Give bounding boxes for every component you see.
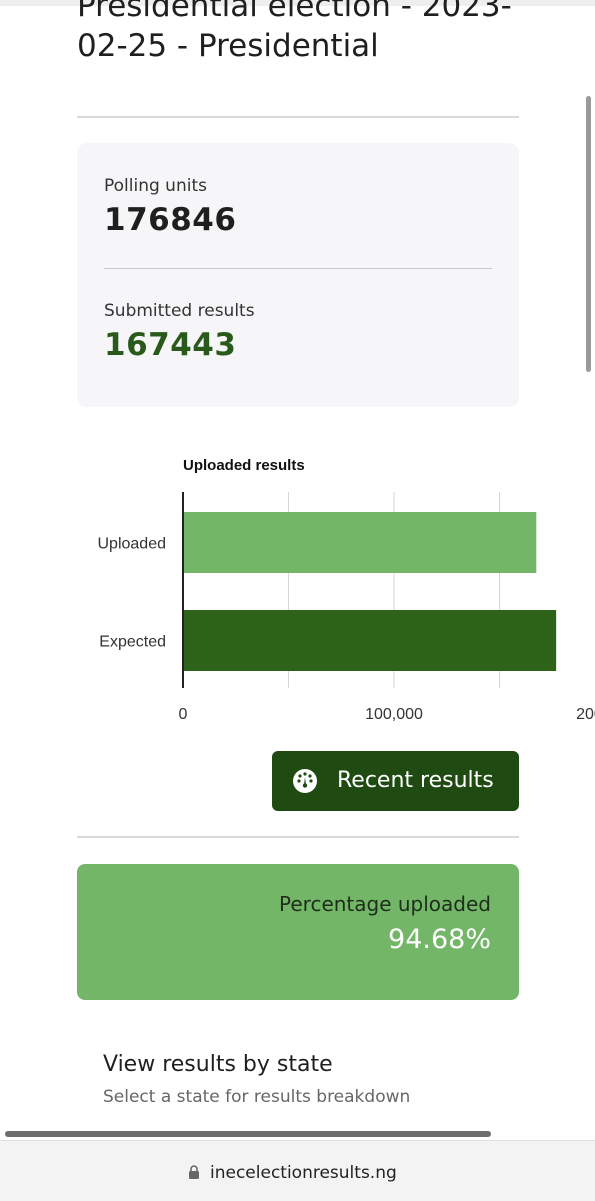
gauge-icon — [293, 769, 317, 793]
recent-results-button[interactable]: Recent results — [272, 751, 519, 811]
states-heading: View results by state — [103, 1052, 333, 1077]
chart-bar-expected — [183, 610, 557, 671]
url-text: inecelectionresults.ng — [210, 1163, 397, 1183]
browser-address-bar[interactable]: inecelectionresults.ng — [0, 1140, 595, 1201]
chart-title: Uploaded results — [183, 457, 305, 474]
stats-card: Polling units 176846 Submitted results 1… — [77, 143, 519, 407]
horizontal-scrollbar[interactable] — [5, 1131, 491, 1137]
chart-category-label: Uploaded — [98, 536, 167, 553]
lock-icon — [189, 1165, 199, 1179]
percentage-card: Percentage uploaded 94.68% — [77, 864, 519, 1000]
vertical-scrollbar[interactable] — [586, 96, 591, 372]
percentage-value: 94.68% — [388, 924, 491, 955]
chart-bar-uploaded — [183, 512, 537, 573]
chart-tick-label: 0 — [179, 706, 188, 723]
section-divider — [77, 836, 519, 838]
states-subtitle: Select a state for results breakdown — [103, 1087, 411, 1107]
chart-tick-label: 200,000 — [576, 706, 595, 723]
percentage-label: Percentage uploaded — [279, 892, 491, 916]
polling-units-value: 176846 — [104, 202, 237, 238]
submitted-results-label: Submitted results — [104, 301, 255, 321]
chart-category-label: Expected — [99, 634, 166, 651]
chart-svg: Uploaded results Uploaded Expected 0 100,000… — [98, 457, 595, 723]
submitted-results-value: 167443 — [104, 327, 237, 363]
page-title: Presidential election - 2023-02-25 - Pre… — [77, 0, 512, 64]
uploaded-results-chart: Uploaded results Uploaded Expected 0 100,000… — [0, 440, 595, 730]
chart-tick-label: 100,000 — [365, 706, 423, 723]
title-divider — [77, 116, 519, 118]
recent-results-label: Recent results — [337, 768, 494, 793]
polling-units-label: Polling units — [104, 176, 207, 196]
stats-divider — [104, 268, 492, 269]
